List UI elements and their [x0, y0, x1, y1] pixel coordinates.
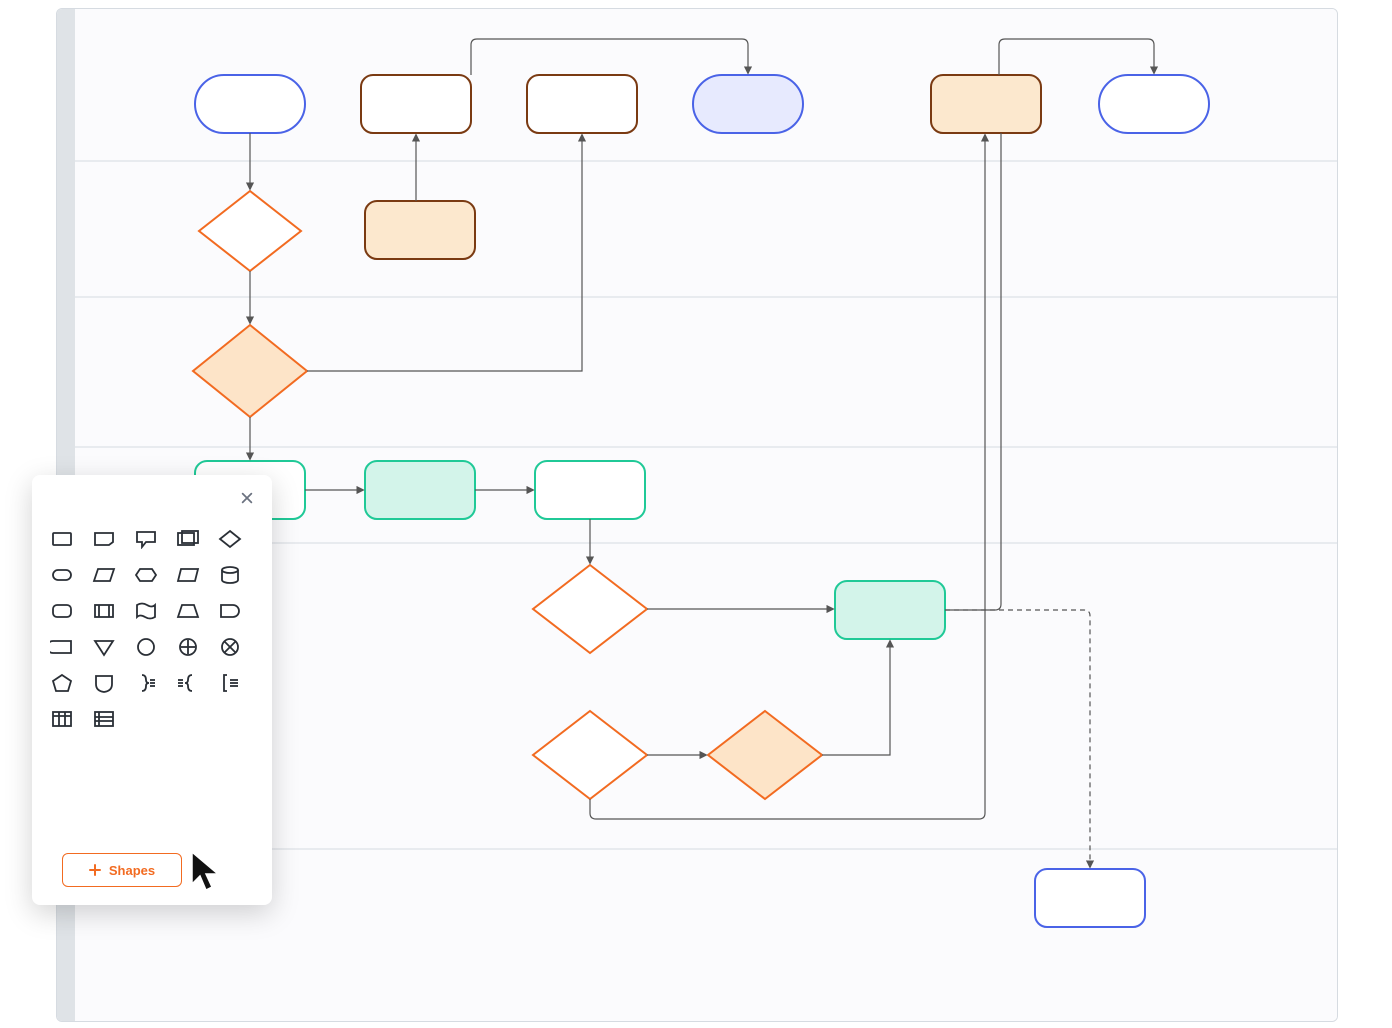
shield-icon[interactable]: [88, 669, 120, 697]
callout-icon[interactable]: [130, 525, 162, 553]
add-shapes-label: Shapes: [109, 863, 155, 878]
task-brown-1[interactable]: [361, 75, 471, 133]
note-icon[interactable]: [88, 525, 120, 553]
shape-grid: [46, 525, 258, 733]
add-shapes-button[interactable]: Shapes: [62, 853, 182, 887]
terminator-blue-fill[interactable]: [693, 75, 803, 133]
flag-icon[interactable]: [130, 597, 162, 625]
brace-mid-icon[interactable]: [172, 669, 204, 697]
circle-x-icon[interactable]: [214, 633, 246, 661]
task-teal-fill-2[interactable]: [835, 581, 945, 639]
task-brown-2[interactable]: [527, 75, 637, 133]
dshape-icon[interactable]: [214, 597, 246, 625]
shapes-panel[interactable]: Shapes: [32, 475, 272, 905]
terminator-end-top[interactable]: [1099, 75, 1209, 133]
parallelogram-icon[interactable]: [88, 561, 120, 589]
double-box-icon[interactable]: [88, 597, 120, 625]
decision-orange-fill-2[interactable]: [708, 711, 822, 799]
bracket-icon[interactable]: [214, 669, 246, 697]
task-teal-2[interactable]: [535, 461, 645, 519]
task-teal-fill-1[interactable]: [365, 461, 475, 519]
triangle-down-icon[interactable]: [88, 633, 120, 661]
decision-white-3[interactable]: [533, 711, 647, 799]
swimlane-v-icon[interactable]: [46, 705, 78, 733]
pentagon-icon[interactable]: [46, 669, 78, 697]
brace-right-icon[interactable]: [130, 669, 162, 697]
decision-orange-fill[interactable]: [193, 325, 307, 417]
terminator-end-bottom[interactable]: [1035, 869, 1145, 927]
terminator-icon[interactable]: [46, 561, 78, 589]
task-brown-fill-2[interactable]: [365, 201, 475, 259]
rectangle-icon[interactable]: [46, 525, 78, 553]
swimlane-h-icon[interactable]: [88, 705, 120, 733]
rhomboid-icon[interactable]: [172, 561, 204, 589]
circle-plus-icon[interactable]: [172, 633, 204, 661]
diamond-icon[interactable]: [214, 525, 246, 553]
cylinder-icon[interactable]: [214, 561, 246, 589]
hexagon-icon[interactable]: [130, 561, 162, 589]
circle-icon[interactable]: [130, 633, 162, 661]
decision-white-2[interactable]: [533, 565, 647, 653]
rounded-rect-icon[interactable]: [46, 597, 78, 625]
decision-white-1[interactable]: [199, 191, 301, 271]
trapezoid-icon[interactable]: [172, 597, 204, 625]
plus-icon: [89, 864, 101, 876]
close-icon[interactable]: [236, 487, 258, 509]
half-round-icon[interactable]: [46, 633, 78, 661]
group-box-icon[interactable]: [172, 525, 204, 553]
task-brown-fill[interactable]: [931, 75, 1041, 133]
terminator-start[interactable]: [195, 75, 305, 133]
